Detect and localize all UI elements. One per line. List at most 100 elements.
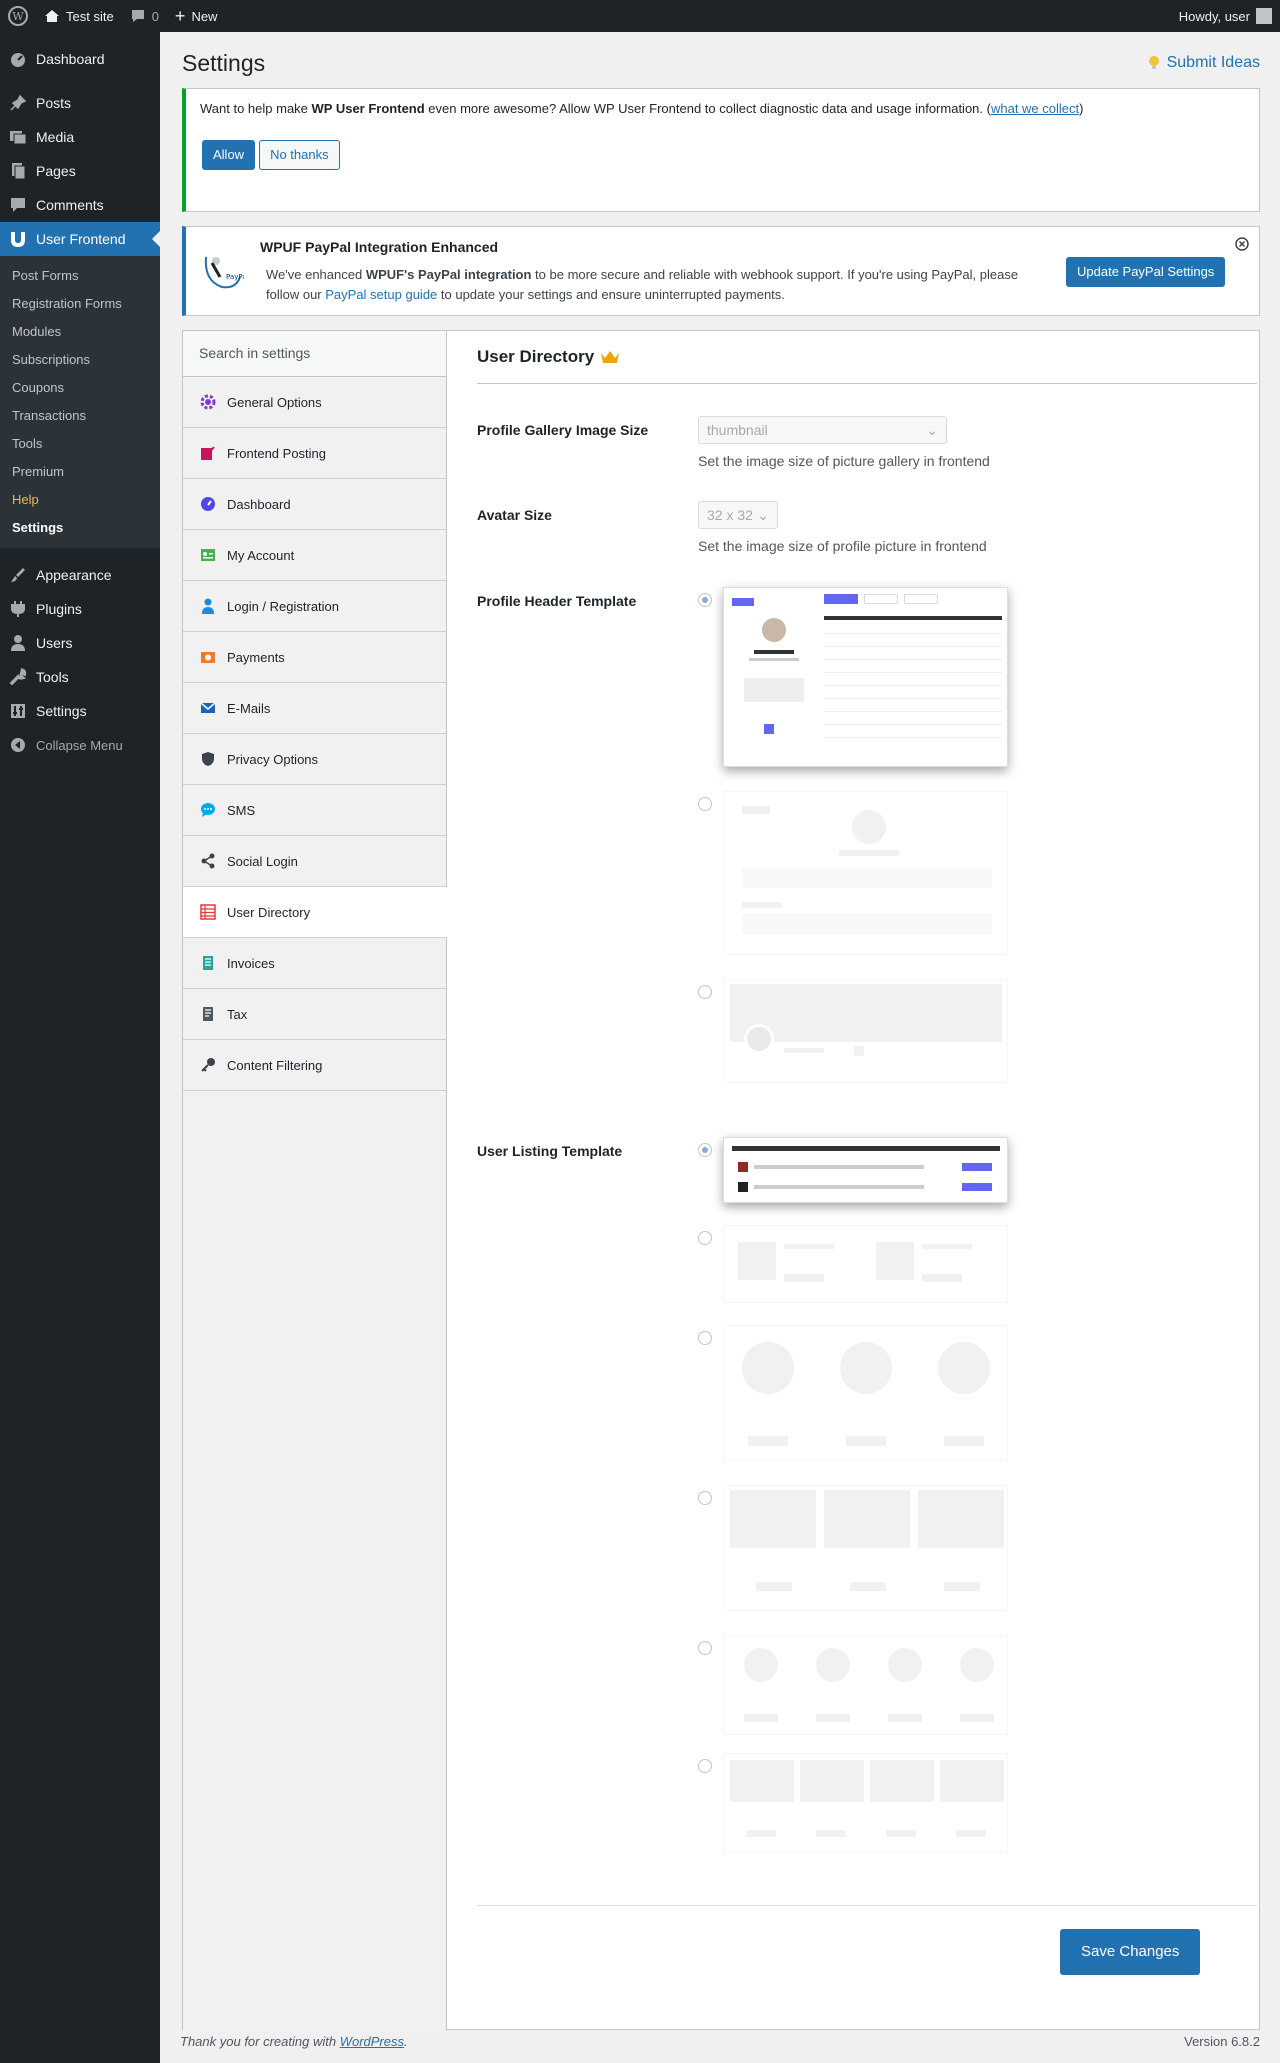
submenu-transactions[interactable]: Transactions — [0, 402, 160, 430]
menu-appearance[interactable]: Appearance — [0, 558, 160, 592]
menu-label: Collapse Menu — [36, 737, 123, 753]
listing-template-radio-5[interactable] — [698, 1641, 712, 1655]
submenu-settings[interactable]: Settings — [0, 514, 160, 542]
menu-comments[interactable]: Comments — [0, 188, 160, 222]
menu-users[interactable]: Users — [0, 626, 160, 660]
footer-credit: Thank you for creating with WordPress. — [180, 2034, 408, 2049]
nav-user-directory[interactable]: User Directory — [183, 887, 447, 938]
media-icon — [8, 127, 28, 147]
settings-search-input[interactable]: Search in settings — [183, 331, 446, 377]
update-paypal-settings-button[interactable]: Update PayPal Settings — [1066, 257, 1226, 287]
nav-sms[interactable]: SMS — [183, 785, 446, 836]
what-we-collect-link[interactable]: what we collect — [991, 101, 1079, 116]
nav-content-filtering[interactable]: Content Filtering — [183, 1040, 446, 1091]
listing-template-radio-4[interactable] — [698, 1491, 712, 1505]
site-name: Test site — [66, 8, 114, 24]
listing-template-preview-1[interactable] — [723, 1137, 1008, 1203]
listing-template-preview-5[interactable] — [723, 1635, 1008, 1735]
comments-item[interactable]: 0 — [122, 0, 167, 32]
submenu-modules[interactable]: Modules — [0, 318, 160, 346]
new-content-item[interactable]: + New — [167, 0, 226, 32]
menu-label: Dashboard — [36, 51, 105, 67]
paypal-setup-guide-link[interactable]: PayPal setup guide — [325, 287, 437, 302]
submenu-premium[interactable]: Premium — [0, 458, 160, 486]
header-template-radio-2[interactable] — [698, 797, 712, 811]
submit-ideas-link[interactable]: Submit Ideas — [1147, 54, 1260, 72]
template-thumb-part — [754, 1185, 924, 1189]
menu-dashboard[interactable]: Dashboard — [0, 42, 160, 76]
submenu-coupons[interactable]: Coupons — [0, 374, 160, 402]
menu-pages[interactable]: Pages — [0, 154, 160, 188]
header-template-radio-3[interactable] — [698, 985, 712, 999]
tracking-notice: Want to help make WP User Frontend even … — [182, 88, 1260, 212]
site-name-item[interactable]: Test site — [36, 0, 122, 32]
chat-bubble-icon — [199, 801, 217, 819]
nav-privacy-options[interactable]: Privacy Options — [183, 734, 446, 785]
menu-media[interactable]: Media — [0, 120, 160, 154]
listing-template-radio-3[interactable] — [698, 1331, 712, 1345]
page-title: Settings — [182, 50, 266, 76]
nav-label: Social Login — [227, 853, 298, 869]
directory-list-icon — [199, 903, 217, 921]
menu-settings[interactable]: Settings — [0, 694, 160, 728]
template-thumb-part — [940, 1760, 1004, 1802]
template-thumb-part — [749, 658, 799, 661]
my-account-item[interactable]: Howdy, user — [1171, 0, 1280, 32]
menu-plugins[interactable]: Plugins — [0, 592, 160, 626]
template-thumb-part — [944, 1436, 984, 1446]
nav-emails[interactable]: E-Mails — [183, 683, 446, 734]
listing-template-preview-3[interactable] — [723, 1325, 1008, 1461]
avatar-size-description: Set the image size of profile picture in… — [698, 538, 987, 554]
header-template-preview-2[interactable] — [723, 791, 1008, 955]
section-title: User Directory — [477, 347, 620, 367]
avatar-size-label: Avatar Size — [477, 507, 552, 523]
submit-ideas-label: Submit Ideas — [1166, 54, 1260, 71]
wordpress-link[interactable]: WordPress — [340, 2034, 404, 2049]
listing-template-preview-6[interactable] — [723, 1753, 1008, 1853]
nav-my-account[interactable]: My Account — [183, 530, 446, 581]
save-changes-button[interactable]: Save Changes — [1060, 1929, 1201, 1975]
allow-button[interactable]: Allow — [202, 140, 256, 170]
header-template-radio-1[interactable] — [698, 593, 712, 607]
header-template-preview-3[interactable] — [723, 979, 1008, 1083]
settings-panel: Search in settings General Options Front… — [182, 330, 1260, 2031]
template-thumb-part — [742, 914, 992, 934]
header-template-preview-1[interactable] — [723, 587, 1008, 767]
nav-general-options[interactable]: General Options — [183, 377, 446, 428]
nav-payments[interactable]: Payments — [183, 632, 446, 683]
menu-tools[interactable]: Tools — [0, 660, 160, 694]
dashboard-icon — [8, 49, 28, 69]
no-thanks-button[interactable]: No thanks — [259, 140, 340, 170]
pin-icon — [8, 93, 28, 113]
nav-invoices[interactable]: Invoices — [183, 938, 446, 989]
nav-dashboard[interactable]: Dashboard — [183, 479, 446, 530]
submenu-help[interactable]: Help — [0, 486, 160, 514]
listing-template-radio-2[interactable] — [698, 1231, 712, 1245]
menu-user-frontend[interactable]: User Frontend — [0, 222, 160, 256]
template-thumb-part — [962, 1163, 992, 1171]
section-divider — [477, 383, 1257, 384]
listing-template-preview-4[interactable] — [723, 1485, 1008, 1611]
nav-frontend-posting[interactable]: Frontend Posting — [183, 428, 446, 479]
notice-text: ) — [1079, 101, 1084, 116]
avatar-size-select[interactable]: 32 x 32 ⌄ — [698, 501, 778, 529]
nav-login-registration[interactable]: Login / Registration — [183, 581, 446, 632]
nav-tax[interactable]: Tax — [183, 989, 446, 1040]
submenu-subscriptions[interactable]: Subscriptions — [0, 346, 160, 374]
payment-icon — [199, 648, 217, 666]
submenu-tools[interactable]: Tools — [0, 430, 160, 458]
collapse-menu-button[interactable]: Collapse Menu — [0, 728, 160, 762]
close-icon[interactable] — [1235, 237, 1249, 251]
gallery-size-select[interactable]: thumbnail ⌄ — [698, 416, 947, 444]
listing-template-radio-1[interactable] — [698, 1143, 712, 1157]
comment-icon — [131, 10, 144, 22]
menu-posts[interactable]: Posts — [0, 86, 160, 120]
nav-social-login[interactable]: Social Login — [183, 836, 446, 887]
listing-template-preview-2[interactable] — [723, 1225, 1008, 1303]
wp-logo-item[interactable]: W — [0, 0, 36, 32]
template-thumb-part — [960, 1648, 994, 1682]
template-thumb-part — [742, 902, 782, 908]
listing-template-radio-6[interactable] — [698, 1759, 712, 1773]
submenu-registration-forms[interactable]: Registration Forms — [0, 290, 160, 318]
submenu-post-forms[interactable]: Post Forms — [0, 262, 160, 290]
